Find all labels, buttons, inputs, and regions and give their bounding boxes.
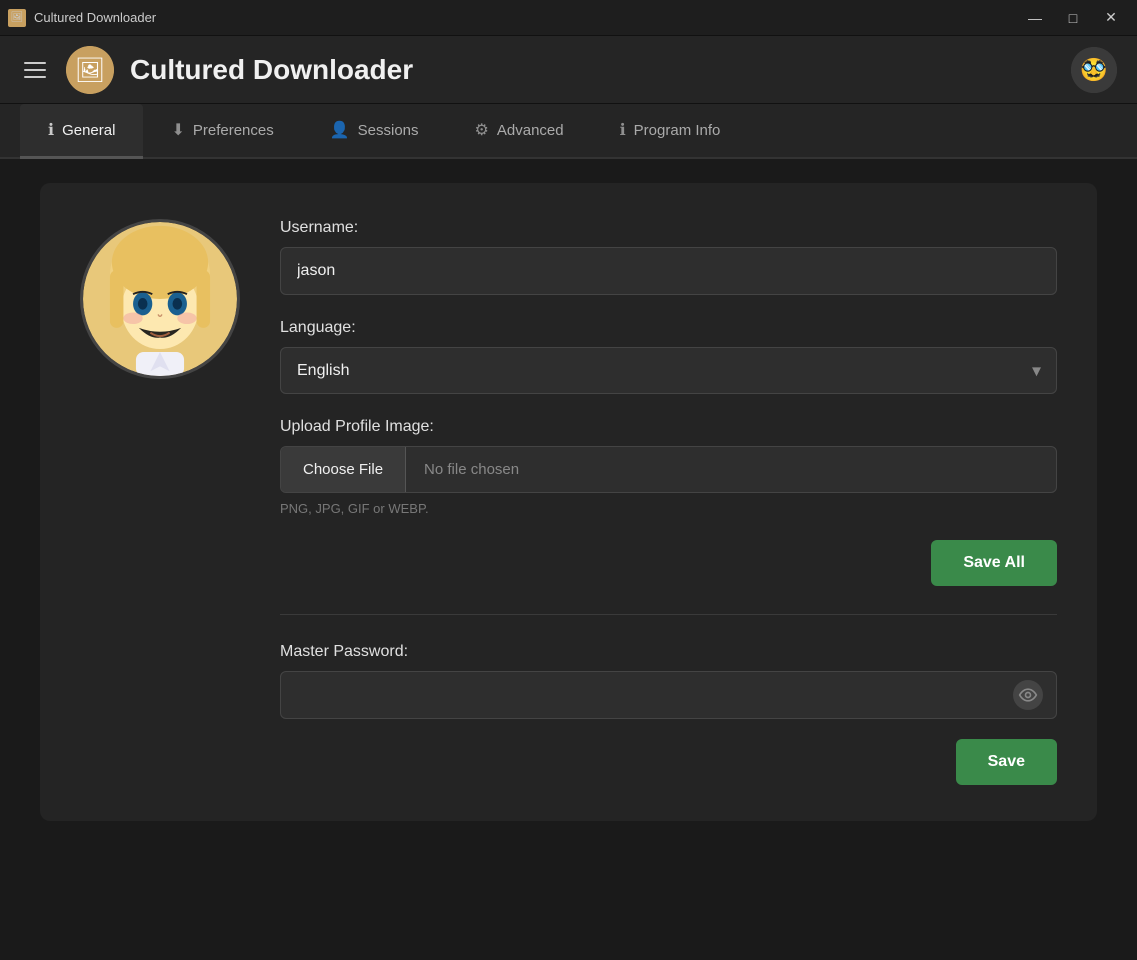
tab-sessions-label: Sessions xyxy=(358,122,419,139)
app-icon: 🖼 xyxy=(8,9,26,27)
tab-advanced-label: Advanced xyxy=(497,122,564,139)
language-select[interactable]: English Japanese Chinese Korean Spanish xyxy=(280,347,1057,394)
form-section: Username: Language: English Japanese Chi… xyxy=(280,219,1057,785)
svg-text:🖼: 🖼 xyxy=(75,57,105,84)
app-title: Cultured Downloader xyxy=(34,10,156,25)
sessions-icon: 👤 xyxy=(330,120,350,140)
header-logo: 🖼 xyxy=(66,46,114,94)
password-group: Master Password: xyxy=(280,643,1057,719)
header-left: 🖼 Cultured Downloader xyxy=(20,46,413,94)
tab-program-info[interactable]: ℹ Program Info xyxy=(592,104,749,159)
tab-preferences-label: Preferences xyxy=(193,122,274,139)
save-password-button[interactable]: Save xyxy=(956,739,1057,785)
no-file-text: No file chosen xyxy=(406,447,537,492)
settings-card: Username: Language: English Japanese Chi… xyxy=(40,183,1097,821)
general-icon: ℹ xyxy=(48,120,54,140)
minimize-button[interactable]: — xyxy=(1017,4,1053,32)
profile-avatar xyxy=(80,219,240,379)
save-all-button[interactable]: Save All xyxy=(931,540,1057,586)
save-password-wrapper: Save xyxy=(280,739,1057,785)
password-input-wrapper xyxy=(280,671,1057,719)
avatar-section xyxy=(80,219,240,785)
titlebar: 🖼 Cultured Downloader — □ ✕ xyxy=(0,0,1137,36)
tab-general-label: General xyxy=(62,122,115,139)
toggle-password-icon[interactable] xyxy=(1013,680,1043,710)
svg-text:🥸: 🥸 xyxy=(1080,57,1107,82)
tab-preferences[interactable]: ⬇ Preferences xyxy=(143,104,301,159)
password-input[interactable] xyxy=(280,671,1057,719)
titlebar-left: 🖼 Cultured Downloader xyxy=(8,9,156,27)
program-info-icon: ℹ xyxy=(620,120,626,140)
tab-general[interactable]: ℹ General xyxy=(20,104,143,159)
file-input-wrapper: Choose File No file chosen xyxy=(280,446,1057,493)
choose-file-button[interactable]: Choose File xyxy=(281,447,406,492)
tab-advanced[interactable]: ⚙ Advanced xyxy=(447,104,592,159)
tab-program-info-label: Program Info xyxy=(634,122,721,139)
username-group: Username: xyxy=(280,219,1057,295)
section-divider xyxy=(280,614,1057,615)
header-title: Cultured Downloader xyxy=(130,54,413,86)
main-content: Username: Language: English Japanese Chi… xyxy=(0,159,1137,845)
header-avatar[interactable]: 🥸 xyxy=(1071,47,1117,93)
titlebar-controls: — □ ✕ xyxy=(1017,4,1129,32)
password-label: Master Password: xyxy=(280,643,1057,661)
language-group: Language: English Japanese Chinese Korea… xyxy=(280,319,1057,394)
language-label: Language: xyxy=(280,319,1057,337)
username-input[interactable] xyxy=(280,247,1057,295)
upload-label: Upload Profile Image: xyxy=(280,418,1057,436)
language-select-wrapper: English Japanese Chinese Korean Spanish … xyxy=(280,347,1057,394)
maximize-button[interactable]: □ xyxy=(1055,4,1091,32)
save-all-wrapper: Save All xyxy=(280,540,1057,586)
username-label: Username: xyxy=(280,219,1057,237)
upload-group: Upload Profile Image: Choose File No fil… xyxy=(280,418,1057,516)
tab-bar: ℹ General ⬇ Preferences 👤 Sessions ⚙ Adv… xyxy=(0,104,1137,159)
app-header: 🖼 Cultured Downloader 🥸 xyxy=(0,36,1137,104)
file-hint: PNG, JPG, GIF or WEBP. xyxy=(280,501,1057,516)
preferences-icon: ⬇ xyxy=(171,120,184,140)
tab-sessions[interactable]: 👤 Sessions xyxy=(302,104,447,159)
advanced-icon: ⚙ xyxy=(475,120,489,140)
hamburger-menu[interactable] xyxy=(20,58,50,82)
close-button[interactable]: ✕ xyxy=(1093,4,1129,32)
